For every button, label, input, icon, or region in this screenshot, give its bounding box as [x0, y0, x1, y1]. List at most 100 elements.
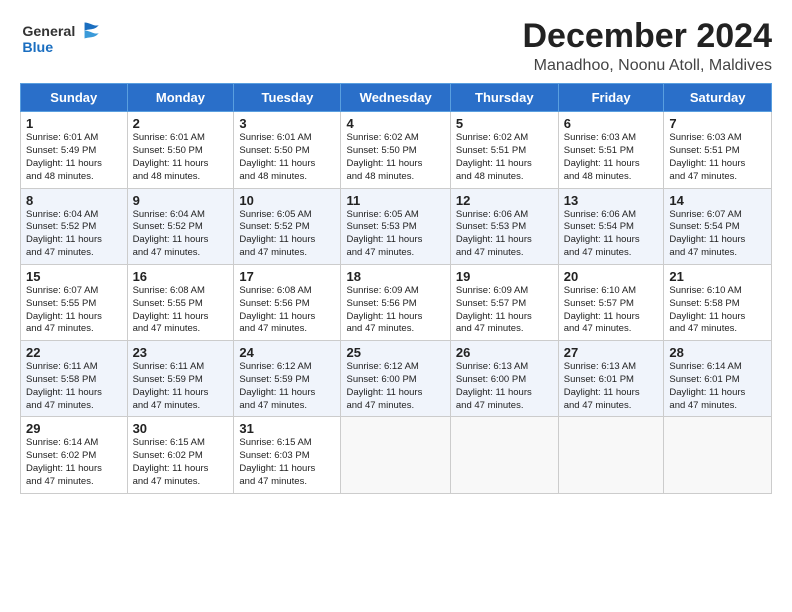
calendar-cell: 5Sunrise: 6:02 AMSunset: 5:51 PMDaylight… — [450, 112, 558, 188]
calendar-cell: 27Sunrise: 6:13 AMSunset: 6:01 PMDayligh… — [558, 341, 664, 417]
calendar-cell: 28Sunrise: 6:14 AMSunset: 6:01 PMDayligh… — [664, 341, 772, 417]
day-number: 10 — [239, 193, 335, 208]
calendar-body: 1Sunrise: 6:01 AMSunset: 5:49 PMDaylight… — [21, 112, 772, 493]
calendar-cell: 3Sunrise: 6:01 AMSunset: 5:50 PMDaylight… — [234, 112, 341, 188]
week-row-3: 15Sunrise: 6:07 AMSunset: 5:55 PMDayligh… — [21, 264, 772, 340]
day-info: Sunrise: 6:15 AMSunset: 6:03 PMDaylight:… — [239, 437, 335, 488]
calendar-cell: 16Sunrise: 6:08 AMSunset: 5:55 PMDayligh… — [127, 264, 234, 340]
day-number: 16 — [133, 269, 229, 284]
day-info: Sunrise: 6:07 AMSunset: 5:55 PMDaylight:… — [26, 285, 122, 336]
day-number: 24 — [239, 345, 335, 360]
week-row-1: 1Sunrise: 6:01 AMSunset: 5:49 PMDaylight… — [21, 112, 772, 188]
day-number: 5 — [456, 116, 553, 131]
day-info: Sunrise: 6:02 AMSunset: 5:50 PMDaylight:… — [346, 132, 444, 183]
day-info: Sunrise: 6:15 AMSunset: 6:02 PMDaylight:… — [133, 437, 229, 488]
day-info: Sunrise: 6:04 AMSunset: 5:52 PMDaylight:… — [133, 209, 229, 260]
page: General Blue December 2024 Manadhoo, Noo… — [0, 0, 792, 504]
calendar-cell — [664, 417, 772, 493]
day-info: Sunrise: 6:13 AMSunset: 6:00 PMDaylight:… — [456, 361, 553, 412]
day-number: 3 — [239, 116, 335, 131]
calendar-cell: 30Sunrise: 6:15 AMSunset: 6:02 PMDayligh… — [127, 417, 234, 493]
calendar-cell: 11Sunrise: 6:05 AMSunset: 5:53 PMDayligh… — [341, 188, 450, 264]
day-number: 12 — [456, 193, 553, 208]
calendar-cell: 6Sunrise: 6:03 AMSunset: 5:51 PMDaylight… — [558, 112, 664, 188]
day-info: Sunrise: 6:07 AMSunset: 5:54 PMDaylight:… — [669, 209, 766, 260]
day-number: 22 — [26, 345, 122, 360]
calendar-cell: 25Sunrise: 6:12 AMSunset: 6:00 PMDayligh… — [341, 341, 450, 417]
day-number: 31 — [239, 421, 335, 436]
day-info: Sunrise: 6:08 AMSunset: 5:56 PMDaylight:… — [239, 285, 335, 336]
col-wednesday: Wednesday — [341, 84, 450, 112]
svg-text:General: General — [22, 24, 75, 40]
week-row-5: 29Sunrise: 6:14 AMSunset: 6:02 PMDayligh… — [21, 417, 772, 493]
day-info: Sunrise: 6:04 AMSunset: 5:52 PMDaylight:… — [26, 209, 122, 260]
day-number: 17 — [239, 269, 335, 284]
calendar-cell: 14Sunrise: 6:07 AMSunset: 5:54 PMDayligh… — [664, 188, 772, 264]
day-info: Sunrise: 6:05 AMSunset: 5:53 PMDaylight:… — [346, 209, 444, 260]
calendar-cell: 21Sunrise: 6:10 AMSunset: 5:58 PMDayligh… — [664, 264, 772, 340]
title-block: December 2024 Manadhoo, Noonu Atoll, Mal… — [522, 18, 772, 75]
header-row: Sunday Monday Tuesday Wednesday Thursday… — [21, 84, 772, 112]
day-number: 14 — [669, 193, 766, 208]
day-info: Sunrise: 6:01 AMSunset: 5:50 PMDaylight:… — [133, 132, 229, 183]
day-number: 18 — [346, 269, 444, 284]
subtitle: Manadhoo, Noonu Atoll, Maldives — [522, 57, 772, 75]
day-info: Sunrise: 6:03 AMSunset: 5:51 PMDaylight:… — [669, 132, 766, 183]
calendar-cell: 22Sunrise: 6:11 AMSunset: 5:58 PMDayligh… — [21, 341, 128, 417]
calendar-cell: 10Sunrise: 6:05 AMSunset: 5:52 PMDayligh… — [234, 188, 341, 264]
calendar: Sunday Monday Tuesday Wednesday Thursday… — [20, 83, 772, 493]
calendar-cell: 18Sunrise: 6:09 AMSunset: 5:56 PMDayligh… — [341, 264, 450, 340]
day-info: Sunrise: 6:01 AMSunset: 5:49 PMDaylight:… — [26, 132, 122, 183]
header: General Blue December 2024 Manadhoo, Noo… — [20, 18, 772, 75]
calendar-cell — [450, 417, 558, 493]
day-info: Sunrise: 6:12 AMSunset: 6:00 PMDaylight:… — [346, 361, 444, 412]
day-number: 19 — [456, 269, 553, 284]
week-row-2: 8Sunrise: 6:04 AMSunset: 5:52 PMDaylight… — [21, 188, 772, 264]
day-number: 29 — [26, 421, 122, 436]
day-info: Sunrise: 6:14 AMSunset: 6:01 PMDaylight:… — [669, 361, 766, 412]
calendar-cell: 1Sunrise: 6:01 AMSunset: 5:49 PMDaylight… — [21, 112, 128, 188]
day-number: 15 — [26, 269, 122, 284]
calendar-cell: 26Sunrise: 6:13 AMSunset: 6:00 PMDayligh… — [450, 341, 558, 417]
day-number: 13 — [564, 193, 659, 208]
day-info: Sunrise: 6:09 AMSunset: 5:57 PMDaylight:… — [456, 285, 553, 336]
col-sunday: Sunday — [21, 84, 128, 112]
day-info: Sunrise: 6:08 AMSunset: 5:55 PMDaylight:… — [133, 285, 229, 336]
day-info: Sunrise: 6:13 AMSunset: 6:01 PMDaylight:… — [564, 361, 659, 412]
calendar-cell: 29Sunrise: 6:14 AMSunset: 6:02 PMDayligh… — [21, 417, 128, 493]
day-info: Sunrise: 6:11 AMSunset: 5:59 PMDaylight:… — [133, 361, 229, 412]
day-number: 4 — [346, 116, 444, 131]
calendar-cell — [558, 417, 664, 493]
day-number: 20 — [564, 269, 659, 284]
calendar-cell: 31Sunrise: 6:15 AMSunset: 6:03 PMDayligh… — [234, 417, 341, 493]
calendar-cell: 15Sunrise: 6:07 AMSunset: 5:55 PMDayligh… — [21, 264, 128, 340]
day-number: 27 — [564, 345, 659, 360]
day-info: Sunrise: 6:11 AMSunset: 5:58 PMDaylight:… — [26, 361, 122, 412]
col-friday: Friday — [558, 84, 664, 112]
calendar-cell: 17Sunrise: 6:08 AMSunset: 5:56 PMDayligh… — [234, 264, 341, 340]
day-number: 1 — [26, 116, 122, 131]
day-number: 21 — [669, 269, 766, 284]
calendar-cell — [341, 417, 450, 493]
day-number: 30 — [133, 421, 229, 436]
day-number: 7 — [669, 116, 766, 131]
day-info: Sunrise: 6:12 AMSunset: 5:59 PMDaylight:… — [239, 361, 335, 412]
col-tuesday: Tuesday — [234, 84, 341, 112]
day-number: 26 — [456, 345, 553, 360]
day-info: Sunrise: 6:02 AMSunset: 5:51 PMDaylight:… — [456, 132, 553, 183]
col-saturday: Saturday — [664, 84, 772, 112]
logo-svg: General Blue — [20, 18, 110, 58]
calendar-cell: 2Sunrise: 6:01 AMSunset: 5:50 PMDaylight… — [127, 112, 234, 188]
day-number: 9 — [133, 193, 229, 208]
calendar-cell: 7Sunrise: 6:03 AMSunset: 5:51 PMDaylight… — [664, 112, 772, 188]
day-info: Sunrise: 6:10 AMSunset: 5:58 PMDaylight:… — [669, 285, 766, 336]
day-info: Sunrise: 6:01 AMSunset: 5:50 PMDaylight:… — [239, 132, 335, 183]
calendar-header: Sunday Monday Tuesday Wednesday Thursday… — [21, 84, 772, 112]
calendar-cell: 19Sunrise: 6:09 AMSunset: 5:57 PMDayligh… — [450, 264, 558, 340]
day-info: Sunrise: 6:09 AMSunset: 5:56 PMDaylight:… — [346, 285, 444, 336]
calendar-cell: 4Sunrise: 6:02 AMSunset: 5:50 PMDaylight… — [341, 112, 450, 188]
calendar-cell: 24Sunrise: 6:12 AMSunset: 5:59 PMDayligh… — [234, 341, 341, 417]
day-number: 6 — [564, 116, 659, 131]
col-thursday: Thursday — [450, 84, 558, 112]
day-info: Sunrise: 6:06 AMSunset: 5:54 PMDaylight:… — [564, 209, 659, 260]
